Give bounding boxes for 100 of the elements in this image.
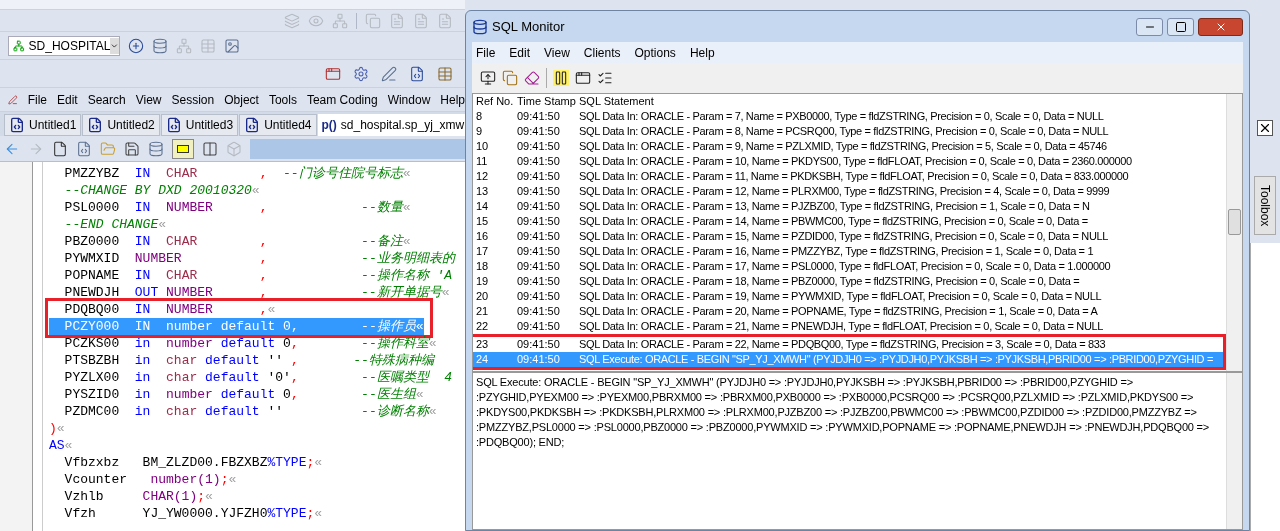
eraser-icon[interactable] xyxy=(524,70,540,86)
copy-icon[interactable] xyxy=(502,70,518,86)
log-row[interactable]: 10 09:41:50 SQL Data In: ORACLE - Param = 9, Name = PZLXMID, Type = fldZSTRING, Precision = 5, Scale = 0, Data = 45746 xyxy=(473,139,1226,154)
procedure-label: p() xyxy=(321,117,337,134)
log-row[interactable]: 21 09:41:50 SQL Data In: ORACLE - Param = 20, Name = POPNAME, Type = fldZSTRING, Precision = 1, Scale = 0, Data = A xyxy=(473,304,1226,319)
code-line: PZDMC00 in char default '' --诊断名称« xyxy=(63,403,437,420)
menu-item[interactable]: Edit xyxy=(57,90,78,109)
code-line: PYSZID0 in number default 0, --医生组« xyxy=(63,386,424,403)
code-line: --END CHANGE« xyxy=(63,216,167,233)
editor-tab[interactable]: Untitled3 xyxy=(160,114,239,136)
log-row[interactable]: 9 09:41:50 SQL Data In: ORACLE - Param = 8, Name = PCSRQ00, Type = fldZSTRING, Precision = 0, Scale = 0, Data = NULL xyxy=(473,124,1226,139)
column-header[interactable]: Ref No. xyxy=(473,94,517,109)
editor-tab[interactable]: Untitled2 xyxy=(82,114,160,136)
toolbox-tab[interactable]: Toolbox xyxy=(1254,176,1276,236)
column-header[interactable]: SQL Statement xyxy=(579,94,1226,109)
database-icon[interactable] xyxy=(148,140,164,157)
column-header[interactable]: Time Stamp xyxy=(517,94,579,109)
log-row[interactable]: 8 09:41:50 SQL Data In: ORACLE - Param = 7, Name = PXB0000, Type = fldZSTRING, Precision = 0, Scale = 0, Data = NULL xyxy=(473,109,1226,124)
editor-tab[interactable]: Untitled1 xyxy=(4,114,82,136)
format-toggle[interactable] xyxy=(172,138,194,159)
code-file-icon[interactable] xyxy=(409,65,425,82)
code-line: AS« xyxy=(49,437,73,454)
menu-item[interactable]: Options xyxy=(634,43,676,62)
minimize-button[interactable] xyxy=(1136,17,1163,36)
pause-icon[interactable] xyxy=(553,70,569,86)
code-file-icon[interactable] xyxy=(76,140,92,157)
log-row[interactable]: 23 09:41:50 SQL Data In: ORACLE - Param = 22, Name = PDQBQ00, Type = fldZSTRING, Precision = 3, Scale = 0, Data = 833 xyxy=(473,337,1223,352)
code-line: PTSBZBH in char default '' , --特殊病种编 xyxy=(63,352,434,369)
script-icon xyxy=(9,117,25,133)
new-file-icon[interactable] xyxy=(52,140,68,157)
code-line: Vfbzxbz BM_ZLZD00.FBZXBZ%TYPE;« xyxy=(63,454,323,471)
checklist-icon[interactable] xyxy=(597,70,613,86)
close-button[interactable] xyxy=(1198,17,1243,36)
log-row[interactable]: 20 09:41:50 SQL Data In: ORACLE - Param = 19, Name = PYWMXID, Type = fldFLOAT, Precision = 0, Scale = 0, Data = NULL xyxy=(473,289,1226,304)
log-row[interactable]: 16 09:41:50 SQL Data In: ORACLE - Param = 15, Name = PZDID00, Type = fldZSTRING, Precision = 0, Scale = 0, Data = NULL xyxy=(473,229,1226,244)
pen-icon[interactable] xyxy=(381,65,397,82)
menu-item[interactable]: Team Coding xyxy=(306,90,378,109)
maximize-button[interactable] xyxy=(1167,17,1194,36)
editor-tab[interactable]: p() sd_hospital.sp_yj_xmw xyxy=(317,114,465,136)
connection-dropdown[interactable]: SD_HOSPITAL xyxy=(8,35,120,56)
code-line: POPNAME IN CHAR , --操作名称 'A xyxy=(63,267,453,284)
gear-icon[interactable] xyxy=(353,65,369,82)
menu-item[interactable]: Object xyxy=(224,90,259,109)
tab-label: Untitled1 xyxy=(29,117,77,134)
code-line: PDQBQ00 IN NUMBER ,« xyxy=(63,301,276,318)
log-row[interactable]: 17 09:41:50 SQL Data In: ORACLE - Param = 16, Name = PMZZYBZ, Type = fldZSTRING, Precision = 1, Scale = 0, Data = 1 xyxy=(473,244,1226,259)
log-row[interactable]: 22 09:41:50 SQL Data In: ORACLE - Param = 21, Name = PNEWDJH, Type = fldFLOAT, Precision = 0, Scale = 0, Data = NULL xyxy=(473,319,1226,334)
code-line: Vcounter number(1);« xyxy=(63,471,237,488)
menu-item[interactable]: File xyxy=(27,90,47,109)
close-icon[interactable] xyxy=(1257,120,1273,136)
app-icon xyxy=(472,18,488,35)
log-row[interactable]: 14 09:41:50 SQL Data In: ORACLE - Param = 13, Name = PJZBZ00, Type = fldZSTRING, Precision = 1, Scale = 0, Data = N xyxy=(473,199,1226,214)
table-icon[interactable] xyxy=(437,65,453,82)
code-line: )« xyxy=(49,420,65,437)
code-line: PYWMXID NUMBER , --业务明细表的 xyxy=(63,250,455,267)
tab-label: Untitled2 xyxy=(107,117,155,134)
editor-tab[interactable]: Untitled4 xyxy=(239,114,317,136)
log-row[interactable]: 12 09:41:50 SQL Data In: ORACLE - Param = 11, Name = PKDKSBH, Type = fldFLOAT, Precision = 0, Scale = 0, Data = 833.000000 xyxy=(473,169,1226,184)
scrollbar[interactable] xyxy=(1226,94,1242,371)
menu-item[interactable]: Tools xyxy=(268,90,297,109)
log-row[interactable]: 13 09:41:50 SQL Data In: ORACLE - Param = 12, Name = PLRXM00, Type = fldZSTRING, Precision = 4, Scale = 0, Data = 9999 xyxy=(473,184,1226,199)
log-row[interactable]: 19 09:41:50 SQL Data In: ORACLE - Param = 18, Name = PBZ0000, Type = fldZSTRING, Precision = 0, Scale = 0, Data = xyxy=(473,274,1226,289)
sql-detail-text: SQL Execute: ORACLE - BEGIN "SP_YJ_XMWH" (PYJDJH0 => :PYJDJH0,PYJKSBH => :PYJKSBH,PBRID00 => :PBRID00,PZYGHID => :PZYGHID,PYEXM00 => :PYEXM00,PBRXM00 => :PBRXM00,PXB0000 => :PXB0000,PCSRQ00 => :PCSRQ00,PZLXMID => :PZLXMID,PKDYS00 => :PKDYS00,PKDKSBH => :PKDKSBH,PLRXM00 => :PLRXM00,PJZBZ00 => :PJZBZ00,PBWMC00 => :PBWMC00,PZDID00 => :PZDID00,PMZZYBZ => :PMZZYBZ,PSL0000 => :PSL0000,PBZ0000 => :PBZ0000,PYWMXID => :PYWMXID,POPNAME => :POPNAME,PNEWDJH => :PNEWDJH,PDQBQ00 => :PDQBQ00); END; xyxy=(475,375,1211,450)
script-icon xyxy=(87,117,104,133)
code-line: Vzhlb CHAR(1);« xyxy=(63,488,213,505)
tab-label: Untitled3 xyxy=(185,117,234,134)
tab-label: sd_hospital.sp_yj_xmw xyxy=(340,117,465,134)
menu-item[interactable]: Window xyxy=(387,90,431,109)
menu-item[interactable]: Search xyxy=(87,90,126,109)
code-line: PSL0000 IN NUMBER , --数量« xyxy=(63,199,411,216)
code-line: PCZKS00 in number default 0, --操作科室« xyxy=(63,335,437,352)
menu-item[interactable]: View xyxy=(135,90,162,109)
script-icon xyxy=(244,117,261,133)
database-icon[interactable] xyxy=(152,37,168,54)
scrollbar[interactable] xyxy=(1226,373,1242,529)
menu-item[interactable]: File xyxy=(476,43,496,62)
menu-item[interactable]: View xyxy=(544,43,570,62)
window-title: SQL Monitor xyxy=(492,17,566,36)
menu-item[interactable]: Help xyxy=(689,43,715,62)
save-icon[interactable] xyxy=(124,140,140,157)
windows-icon[interactable] xyxy=(575,70,591,86)
plus-icon[interactable] xyxy=(128,37,144,54)
log-row[interactable]: 18 09:41:50 SQL Data In: ORACLE - Param = 17, Name = PSL0000, Type = fldFLOAT, Precision = 0, Scale = 0, Data = 1.000000 xyxy=(473,259,1226,274)
log-row[interactable]: 15 09:41:50 SQL Data In: ORACLE - Param = 14, Name = PBWMC00, Type = fldZSTRING, Precision = 0, Scale = 0, Data = xyxy=(473,214,1226,229)
code-line: PNEWDJH OUT NUMBER , --新开单据号« xyxy=(63,284,450,301)
maximize-icon xyxy=(1174,20,1187,33)
code-line: Vfzh YJ_YW0000.YJFZH0%TYPE;« xyxy=(63,505,323,522)
menu-item[interactable]: Clients xyxy=(583,43,621,62)
menu-item[interactable]: Session xyxy=(171,90,215,109)
columns-icon[interactable] xyxy=(202,140,218,157)
code-line: --CHANGE BY DXD 20010320« xyxy=(63,182,260,199)
export-icon[interactable] xyxy=(480,70,496,86)
code-line: PBZ0000 IN CHAR , --备注« xyxy=(63,233,411,250)
script-icon xyxy=(165,117,182,133)
menu-item[interactable]: Edit xyxy=(509,43,531,62)
log-row[interactable]: 11 09:41:50 SQL Data In: ORACLE - Param = 10, Name = PKDYS00, Type = fldFLOAT, Precision = 0, Scale = 0, Data = 2360.000000 xyxy=(473,154,1226,169)
code-line: PYZLX00 in char default '0', --医嘱类型 4 xyxy=(63,369,453,386)
menu-item[interactable]: Help xyxy=(440,90,465,109)
code-line: PMZZYBZ IN CHAR , --门诊号住院号标志« xyxy=(63,165,411,182)
tab-label: Untitled4 xyxy=(264,117,312,134)
